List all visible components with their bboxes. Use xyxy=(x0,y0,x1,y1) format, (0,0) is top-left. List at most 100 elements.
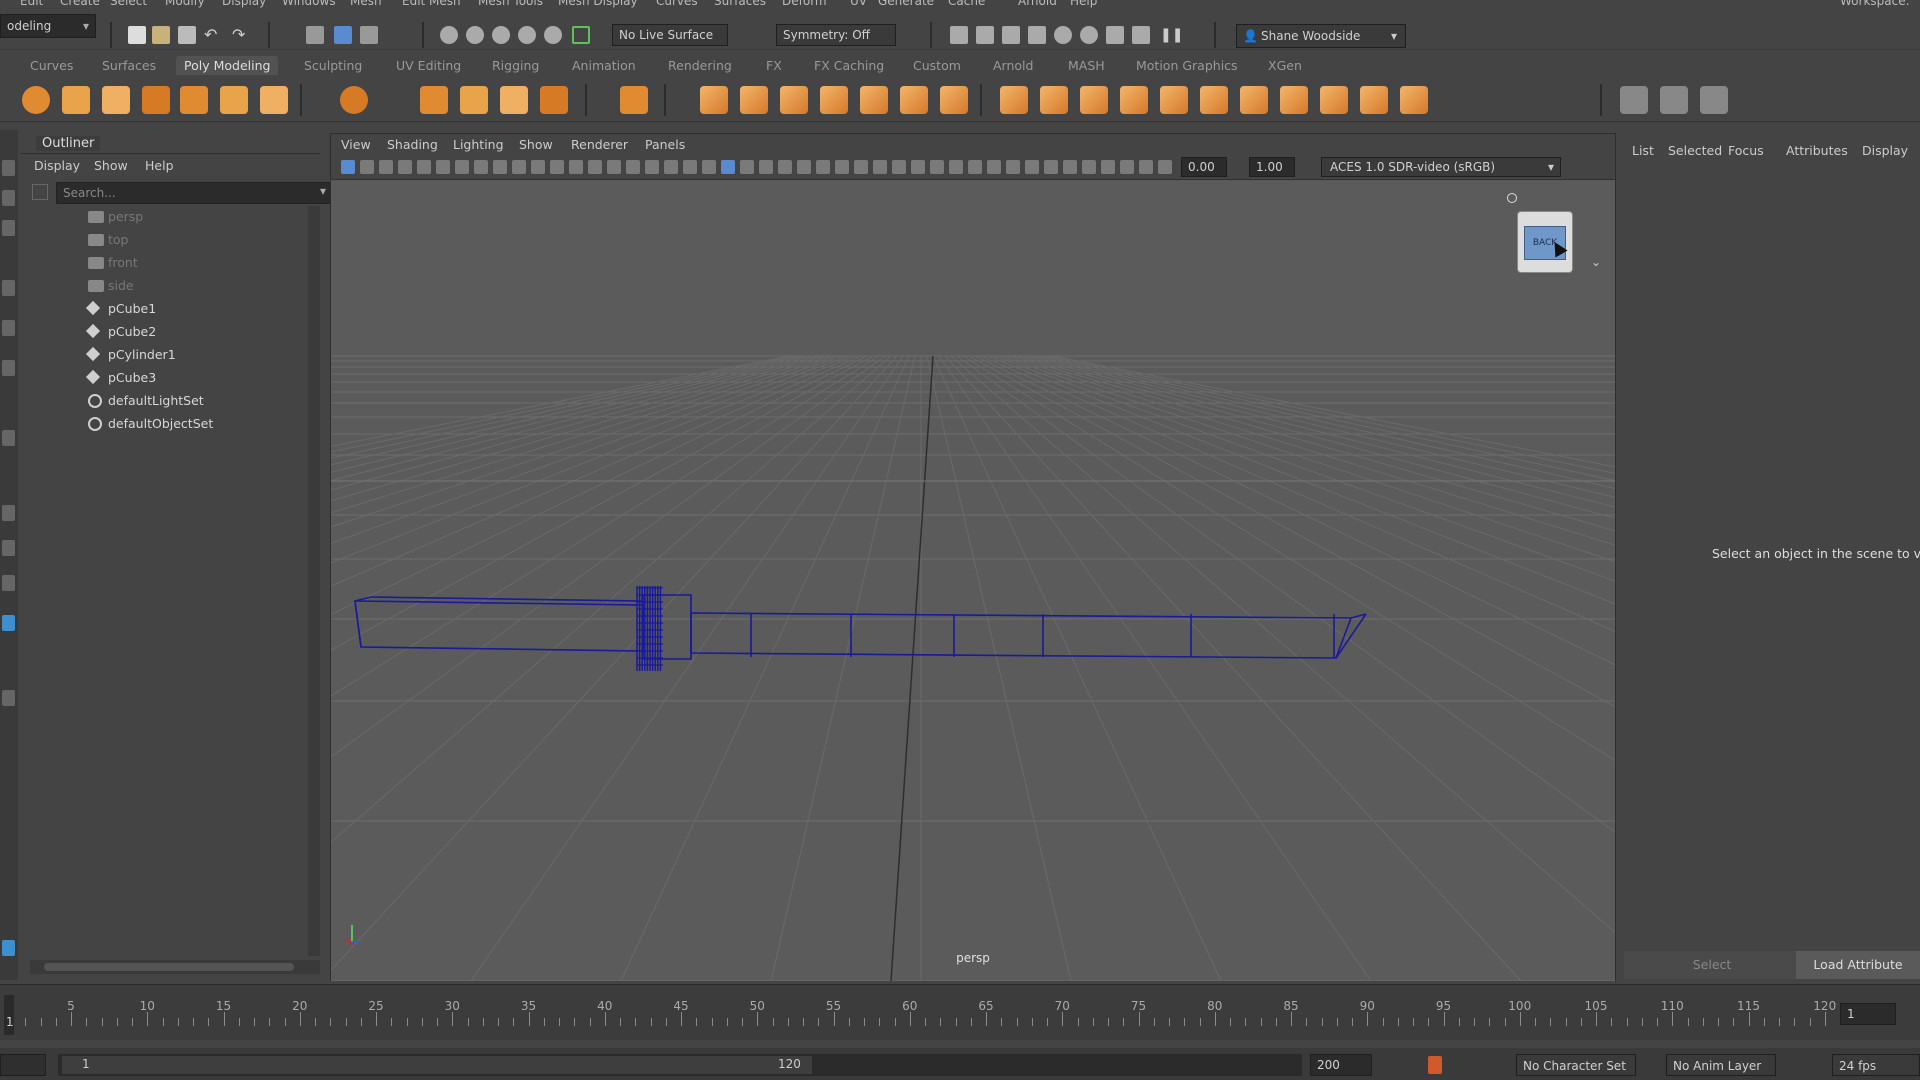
viewport-tool-icon[interactable] xyxy=(455,160,469,174)
snap-projected-center-icon[interactable] xyxy=(518,26,536,44)
poly-torus-icon[interactable] xyxy=(180,86,208,114)
viewport-tool-icon[interactable] xyxy=(683,160,697,174)
save-scene-icon[interactable] xyxy=(178,26,196,44)
shelf-tab[interactable]: Curves xyxy=(30,58,73,73)
viewport-tool-icon[interactable] xyxy=(360,160,374,174)
viewport-tool-icon[interactable] xyxy=(664,160,678,174)
viewport-tool-icon[interactable] xyxy=(1006,160,1020,174)
collapse-icon[interactable] xyxy=(1320,86,1348,114)
viewport-tool-icon[interactable] xyxy=(569,160,583,174)
menu-item[interactable]: Edit Mesh xyxy=(402,0,461,8)
menu-item[interactable]: Mesh xyxy=(350,0,382,8)
scene-canvas[interactable] xyxy=(331,181,1615,981)
viewport-tool-icon[interactable] xyxy=(398,160,412,174)
viewport-tool-icon[interactable] xyxy=(873,160,887,174)
bevel-icon[interactable] xyxy=(1120,86,1148,114)
viewport-tool-icon[interactable] xyxy=(645,160,659,174)
paint-select-icon[interactable] xyxy=(2,220,15,236)
viewport-tool-icon[interactable] xyxy=(417,160,431,174)
select-by-hierarchy-icon[interactable] xyxy=(306,26,324,44)
viewport-tool-icon[interactable] xyxy=(607,160,621,174)
load-attributes-button[interactable]: Load Attribute xyxy=(1796,951,1920,979)
shelf-tab[interactable]: Poly Modeling xyxy=(176,56,279,75)
menu-item[interactable]: Arnold xyxy=(1018,0,1057,8)
home-icon[interactable] xyxy=(1507,193,1517,203)
outliner-item[interactable]: pCube1 xyxy=(28,298,318,320)
viewport-tool-icon[interactable] xyxy=(474,160,488,174)
select-button[interactable]: Select xyxy=(1624,951,1800,979)
script-editor-icon[interactable] xyxy=(2,940,15,956)
viewport-tool-icon[interactable] xyxy=(930,160,944,174)
live-surface-field[interactable]: No Live Surface xyxy=(612,24,728,46)
outliner-item[interactable]: side xyxy=(28,275,318,297)
pause-icon[interactable]: ❚❚ xyxy=(1160,26,1183,44)
outliner-horizontal-scrollbar[interactable] xyxy=(30,960,320,974)
menu-item[interactable]: Deform xyxy=(782,0,827,8)
shelf-tab[interactable]: Rendering xyxy=(668,58,732,73)
user-account-button[interactable]: 👤 Shane Woodside ▾ xyxy=(1236,24,1406,48)
hypershade-icon[interactable] xyxy=(1054,26,1072,44)
tab-selected[interactable]: Selected xyxy=(1668,143,1722,158)
redo-icon[interactable]: ↷ xyxy=(232,26,250,44)
viewport-tool-icon[interactable] xyxy=(835,160,849,174)
fill-hole-icon[interactable] xyxy=(1200,86,1228,114)
symmetry-field[interactable]: Symmetry: Off xyxy=(776,24,896,46)
tab-attributes[interactable]: Attributes xyxy=(1786,143,1848,158)
single-view-layout-icon[interactable] xyxy=(2,505,15,521)
viewport-tool-icon[interactable] xyxy=(1082,160,1096,174)
viewcube[interactable]: BACK xyxy=(1517,211,1573,273)
chevron-down-icon[interactable]: ▾ xyxy=(320,184,326,198)
fps-select[interactable]: 24 fps xyxy=(1832,1054,1920,1076)
viewport-tool-icon[interactable] xyxy=(341,160,355,174)
viewport-tool-icon[interactable] xyxy=(759,160,773,174)
soccer-ball-icon[interactable] xyxy=(340,86,368,114)
viewport-tool-icon[interactable] xyxy=(1139,160,1153,174)
gamma-field[interactable]: 1.00 xyxy=(1249,157,1295,177)
snap-grid-icon[interactable] xyxy=(440,26,458,44)
quad-draw-icon[interactable] xyxy=(1620,86,1648,114)
auto-key-icon[interactable] xyxy=(1428,1056,1442,1074)
mode-select[interactable]: odeling ▾ xyxy=(0,14,96,38)
shelf-tab[interactable]: XGen xyxy=(1268,58,1302,73)
viewport-tool-icon[interactable] xyxy=(1025,160,1039,174)
menu-item[interactable]: Curves xyxy=(656,0,698,8)
menu-item[interactable]: UV xyxy=(850,0,867,8)
character-set-select[interactable]: No Character Set xyxy=(1516,1054,1636,1076)
menu-item[interactable]: Cache xyxy=(948,0,985,8)
four-view-layout-icon[interactable] xyxy=(2,540,15,556)
viewport-menu-item[interactable]: View xyxy=(341,137,371,152)
arnold-render-view-icon[interactable] xyxy=(1080,26,1098,44)
menu-item[interactable]: Select xyxy=(110,0,147,8)
uv-editor-icon[interactable] xyxy=(1660,86,1688,114)
viewport-tool-icon[interactable] xyxy=(531,160,545,174)
shelf-tab[interactable]: Surfaces xyxy=(102,58,156,73)
new-scene-icon[interactable] xyxy=(128,26,146,44)
filter-icon[interactable] xyxy=(32,184,48,200)
snap-point-icon[interactable] xyxy=(492,26,510,44)
outliner-item[interactable]: front xyxy=(28,252,318,274)
animation-end-field[interactable]: 200 xyxy=(1310,1054,1372,1076)
extract-icon[interactable] xyxy=(900,86,928,114)
edge-loop-icon[interactable] xyxy=(1360,86,1388,114)
separate-icon[interactable] xyxy=(740,86,768,114)
viewport-tool-icon[interactable] xyxy=(379,160,393,174)
zoom-icon[interactable] xyxy=(2,690,15,706)
outliner-item[interactable]: top xyxy=(28,229,318,251)
render-view-icon[interactable] xyxy=(1106,26,1124,44)
menu-item[interactable]: Modify xyxy=(165,0,205,8)
mirror-icon[interactable] xyxy=(940,86,968,114)
ipr-tune-icon[interactable] xyxy=(1132,26,1150,44)
viewport-tool-icon[interactable] xyxy=(550,160,564,174)
anim-layer-select[interactable]: No Anim Layer xyxy=(1666,1054,1776,1076)
shelf-tab[interactable]: Arnold xyxy=(993,58,1033,73)
shelf-tab[interactable]: Custom xyxy=(913,58,961,73)
shelf-tab[interactable]: Sculpting xyxy=(304,58,362,73)
viewport-tool-icon[interactable] xyxy=(1101,160,1115,174)
pcylinder1-wireframe[interactable] xyxy=(636,586,663,671)
select-by-object-icon[interactable] xyxy=(334,26,352,44)
viewport-tool-icon[interactable] xyxy=(721,160,735,174)
shelf-tab[interactable]: Animation xyxy=(572,58,636,73)
svg-tool-icon[interactable] xyxy=(540,86,568,114)
color-space-select[interactable]: ACES 1.0 SDR-video (sRGB) ▾ xyxy=(1321,157,1561,177)
ipr-render-icon[interactable] xyxy=(1002,26,1020,44)
